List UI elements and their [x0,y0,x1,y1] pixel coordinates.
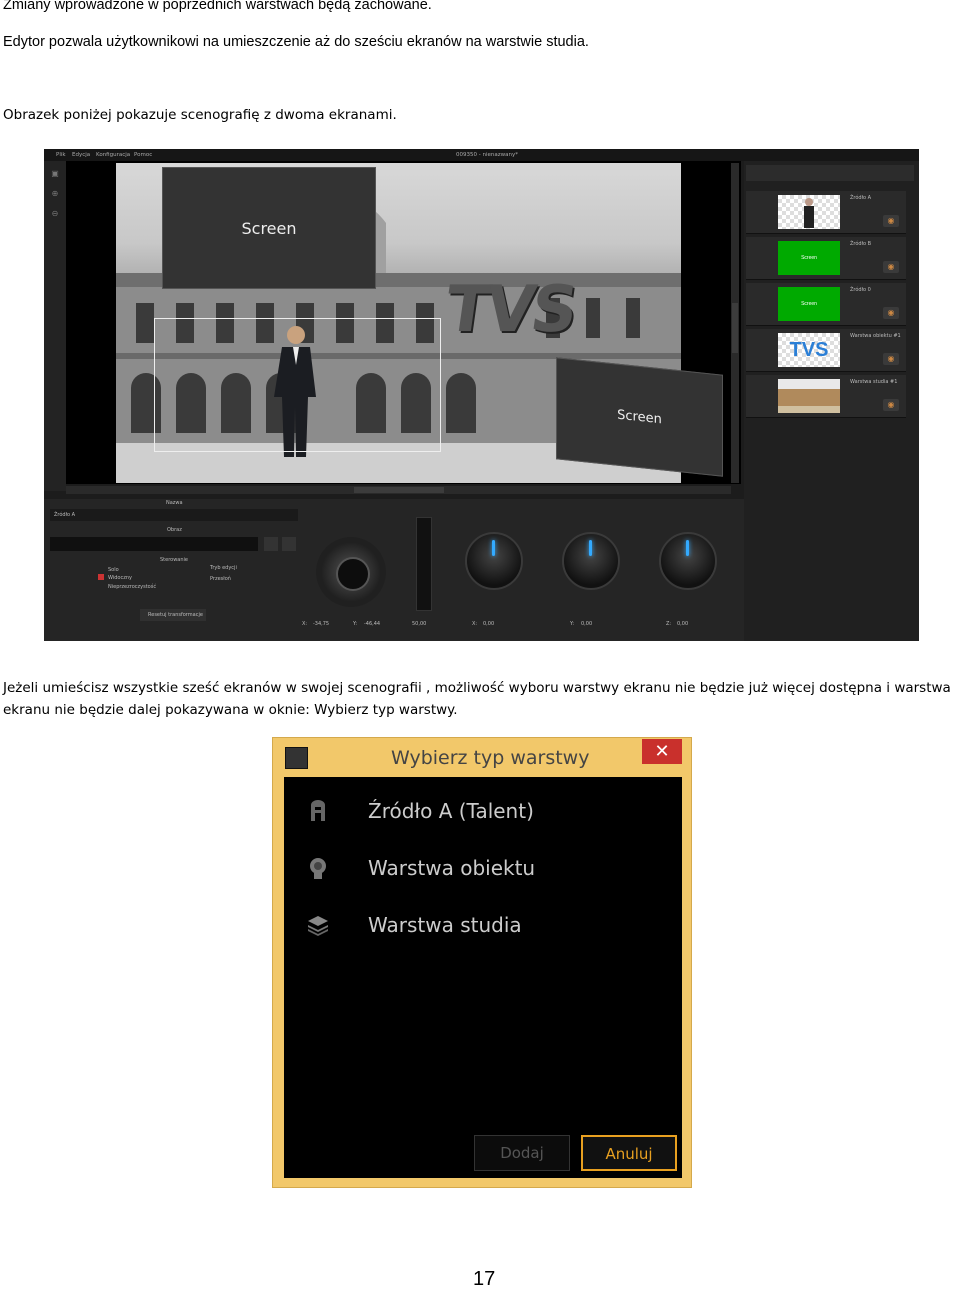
ry-value[interactable]: 0,00 [581,621,592,627]
paragraph-editor: Edytor pozwala użytkownikowi na umieszcz… [3,34,589,50]
layer-thumb-logo: TVS [778,333,840,367]
image-field[interactable] [50,537,258,551]
save-icon[interactable]: ▣ [50,169,60,179]
y-value[interactable]: -46,44 [364,621,380,627]
tvs-logo: TVS [440,273,579,347]
left-toolbar: ▣ ⊕ ⊖ [44,161,66,491]
layer-name: Źródło A [850,195,872,201]
paragraph-six-screens-2: ekranu nie będzie dalej pokazywana w okn… [3,702,458,718]
scale-value[interactable]: 50,00 [412,621,426,627]
image-browse-button[interactable] [264,537,278,551]
layer-panel: Źródło A ◉ Screen Źródło B ◉ Screen Źród… [744,161,919,641]
eye-icon[interactable]: ◉ [883,261,899,273]
x-value[interactable]: -34,75 [313,621,329,627]
layer-item-studio[interactable]: Warstwa studia #1 ◉ [746,375,906,418]
mode-select[interactable]: Przesłoń [210,576,231,582]
image-clear-button[interactable] [282,537,296,551]
ry-label: Y: [570,621,575,627]
app-icon [285,747,308,769]
x-label: X: [302,621,308,627]
horizontal-scrollbar[interactable] [66,486,731,494]
dialog-title: Wybierz typ warstwy [391,747,590,769]
image-label: Obraz [167,527,182,533]
paragraph-changes: Zmiany wprowadzone w poprzednich warstwa… [3,0,432,13]
layer-thumb-studio [778,379,840,413]
rx-value[interactable]: 0,00 [483,621,494,627]
option-label: Źródło A (Talent) [368,799,534,823]
eye-icon[interactable]: ◉ [883,215,899,227]
cancel-button[interactable]: Anuluj [581,1135,677,1171]
talent-icon [311,800,325,821]
option-label: Warstwa obiektu [368,856,536,880]
paragraph-six-screens-1: Jeżeli umieścisz wszystkie sześć ekranów… [3,680,951,696]
rotate-z-knob[interactable] [659,532,717,590]
layer-item-source-0[interactable]: Screen Źródło 0 ◉ [746,283,906,326]
layer-name: Źródło 0 [850,287,871,293]
rz-value[interactable]: 0,00 [677,621,688,627]
option-label: Warstwa studia [368,913,522,937]
zoom-in-icon[interactable]: ⊕ [50,189,60,199]
page-number: 17 [473,1268,496,1290]
scale-slider[interactable] [416,517,432,611]
layer-item-source-a[interactable]: Źródło A ◉ [746,191,906,234]
mode-label: Tryb edycji [210,565,237,571]
screen-2[interactable]: Screen [556,357,723,477]
properties-panel: Nazwa Źródło A Obraz Sterowanie Solo Wid… [44,499,744,641]
position-joystick[interactable] [316,537,386,607]
zoom-out-icon[interactable]: ⊖ [50,209,60,219]
menu-file[interactable]: Plik [56,152,66,158]
editor-screenshot: Plik Edycja Konfiguracja Pomoc 009350 - … [44,149,919,641]
screen-1[interactable]: Screen [162,167,376,289]
eye-icon[interactable]: ◉ [883,399,899,411]
selection-frame[interactable] [154,318,441,452]
add-button[interactable]: Dodaj [474,1135,570,1171]
control-label: Sterowanie [160,557,189,563]
checkbox-visible-box[interactable] [98,574,104,580]
layer-name: Warstwa obiektu #1 [850,333,901,339]
layer-toolbar [746,165,914,181]
paragraph-image-intro: Obrazek poniżej pokazuje scenografię z d… [3,107,397,123]
eye-icon[interactable]: ◉ [883,353,899,365]
option-source-talent[interactable]: Źródło A (Talent) [284,787,682,837]
preview-viewport[interactable]: TVS Screen Screen [66,161,741,484]
reset-transform-button[interactable]: Resetuj transformacje [140,609,206,621]
option-studio-layer[interactable]: Warstwa studia [284,901,682,951]
menu-config[interactable]: Konfiguracja [96,152,130,158]
rx-label: X: [472,621,478,627]
name-label: Nazwa [166,500,183,506]
layer-name: Źródło B [850,241,872,247]
name-field[interactable]: Źródło A [50,509,298,521]
checkbox-solo[interactable]: Solo [108,567,119,573]
layer-thumb-screen: Screen [778,287,840,321]
object-icon [310,858,326,879]
checkbox-opacity[interactable]: Nieprzezroczystość [108,584,156,590]
rotate-x-knob[interactable] [465,532,523,590]
layer-item-source-b[interactable]: Screen Źródło B ◉ [746,237,906,280]
select-layer-type-dialog: Wybierz typ warstwy ✕ Źródło A (Talent) … [272,737,692,1188]
menu-edit[interactable]: Edycja [72,152,90,158]
window-title: 009350 - nienazwany* [456,152,518,158]
layer-name: Warstwa studia #1 [850,379,898,385]
y-label: Y: [353,621,358,627]
eye-icon[interactable]: ◉ [883,307,899,319]
menu-bar: Plik Edycja Konfiguracja Pomoc 009350 - … [44,149,919,161]
close-button[interactable]: ✕ [642,739,682,764]
option-object-layer[interactable]: Warstwa obiektu [284,844,682,894]
rz-label: Z: [666,621,672,627]
rotate-y-knob[interactable] [562,532,620,590]
layer-item-object[interactable]: TVS Warstwa obiektu #1 ◉ [746,329,906,372]
dialog-body: Źródło A (Talent) Warstwa obiektu Warstw… [284,777,682,1178]
layers-icon [308,916,328,936]
layer-thumb-talent [778,195,840,229]
menu-help[interactable]: Pomoc [134,152,152,158]
layer-thumb-screen: Screen [778,241,840,275]
vertical-scrollbar[interactable] [731,163,739,483]
checkbox-visible[interactable]: Widoczny [108,575,132,581]
